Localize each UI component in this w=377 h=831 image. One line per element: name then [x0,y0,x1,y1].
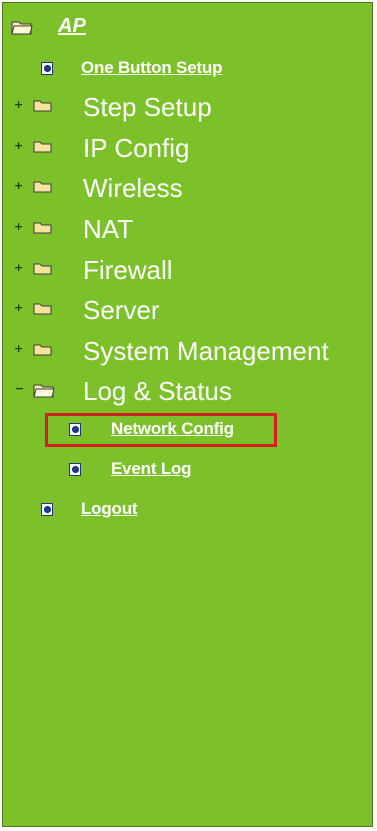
collapse-icon[interactable]: − [15,382,24,395]
folder-icon [33,141,52,153]
page-icon [41,62,53,75]
wireless-item[interactable]: Wireless [83,173,183,203]
ip-config-item[interactable]: IP Config [83,133,189,163]
expand-icon[interactable]: + [14,220,23,233]
expand-icon[interactable]: + [14,139,23,152]
open-folder-icon [11,21,33,35]
firewall-item[interactable]: Firewall [83,255,173,285]
expand-icon[interactable]: + [14,179,23,192]
event-log-link[interactable]: Event Log [111,459,192,479]
folder-icon [33,222,52,234]
page-icon [69,463,81,476]
folder-icon [33,344,52,356]
expand-icon[interactable]: + [14,301,23,314]
folder-icon [33,263,52,275]
log-status-item[interactable]: Log & Status [83,376,232,406]
system-management-item[interactable]: System Management [83,336,329,366]
folder-icon [33,181,52,193]
step-setup-item[interactable]: Step Setup [83,92,212,122]
network-config-link[interactable]: Network Config [111,419,234,439]
page-icon [69,423,81,436]
open-folder-icon [33,384,55,398]
logout-link[interactable]: Logout [81,499,138,519]
root-ap-link[interactable]: AP [58,15,86,38]
expand-icon[interactable]: + [14,342,23,355]
one-button-setup-link[interactable]: One Button Setup [81,58,222,78]
expand-icon[interactable]: + [14,98,23,111]
expand-icon[interactable]: + [14,261,23,274]
nat-item[interactable]: NAT [83,214,133,244]
navigation-tree-panel: AP One Button Setup + Step Setup + IP Co… [2,2,373,827]
server-item[interactable]: Server [83,295,160,325]
folder-icon [33,100,52,112]
folder-icon [33,303,52,315]
page-icon [41,503,53,516]
